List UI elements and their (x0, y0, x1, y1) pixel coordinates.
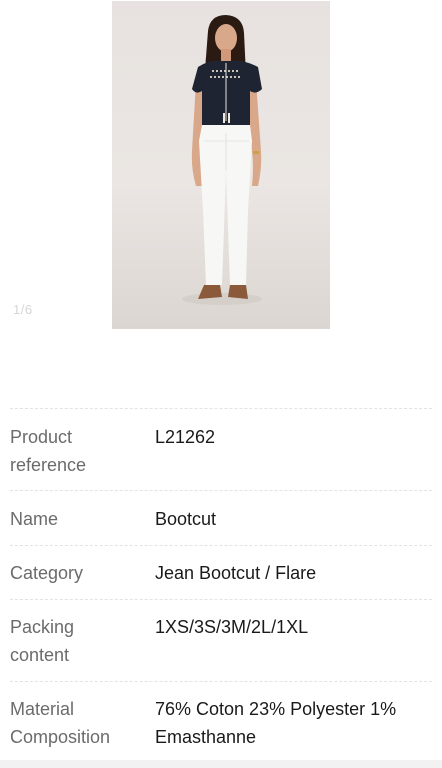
image-counter: 1/6 (13, 302, 33, 317)
detail-label: Category (10, 563, 84, 583)
detail-row-product-reference: Product reference L21262 (10, 408, 432, 490)
bottom-divider (0, 760, 442, 768)
product-detail-page: 1/6 Product reference L21262 Name Bootcu… (0, 0, 442, 768)
detail-row-category: Category Jean Bootcut / Flare (10, 545, 432, 599)
detail-row-material-composition: Material Composition 76% Coton 23% Polye… (10, 681, 432, 759)
detail-label: Material Composition (10, 699, 111, 747)
detail-value: 1XS/3S/3M/2L/1XL (155, 617, 309, 637)
detail-value: Bootcut (155, 509, 217, 529)
model-illustration (182, 15, 262, 305)
detail-value: L21262 (155, 427, 216, 447)
detail-label: Name (10, 509, 59, 529)
detail-value: Jean Bootcut / Flare (155, 563, 317, 583)
detail-row-packing-content: Packing content 1XS/3S/3M/2L/1XL (10, 599, 432, 681)
product-photo[interactable] (112, 1, 330, 329)
detail-value: 76% Coton 23% Polyester 1% Emasthanne (155, 699, 397, 747)
detail-row-name: Name Bootcut (10, 490, 432, 545)
detail-label: Packing content (10, 617, 75, 665)
detail-label: Product reference (10, 427, 87, 475)
product-details-table: Product reference L21262 Name Bootcut Ca… (10, 408, 432, 759)
